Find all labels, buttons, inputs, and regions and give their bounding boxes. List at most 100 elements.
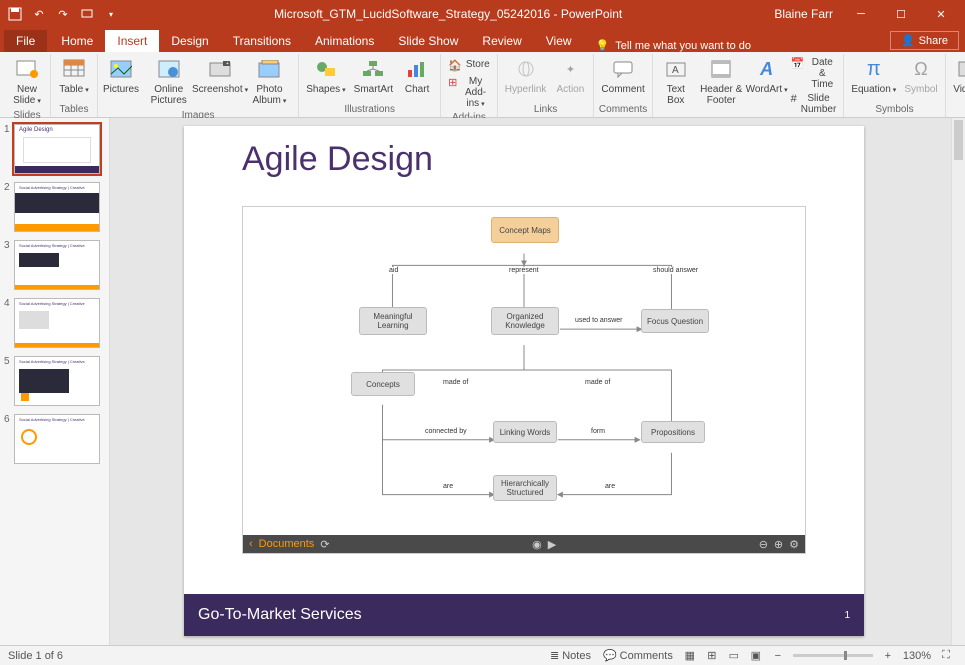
slide-number-button[interactable]: #Slide Number: [787, 92, 841, 116]
tab-design[interactable]: Design: [159, 30, 220, 52]
refresh-icon[interactable]: ⟳: [320, 538, 329, 551]
store-button[interactable]: 🏠Store: [444, 58, 494, 73]
photo-album-button[interactable]: Photo Album: [244, 54, 296, 109]
zoom-out-button[interactable]: −: [767, 650, 789, 662]
close-button[interactable]: ✕: [921, 0, 961, 28]
header-footer-button[interactable]: Header & Footer: [696, 54, 747, 108]
settings-icon[interactable]: ⚙: [789, 538, 799, 551]
user-name[interactable]: Blaine Farr: [774, 7, 833, 21]
text-box-button[interactable]: AText Box: [656, 54, 696, 108]
equation-button[interactable]: πEquation: [847, 54, 900, 98]
shapes-icon: [312, 55, 340, 83]
wordart-button[interactable]: AWordArt: [747, 54, 787, 98]
date-time-button[interactable]: 📅Date & Time: [787, 56, 841, 91]
slideshow-view-button[interactable]: ▣: [745, 649, 767, 662]
chart-label: Chart: [405, 84, 429, 95]
node-hierarchically-structured[interactable]: Hierarchically Structured: [493, 475, 557, 501]
smartart-icon: [359, 55, 387, 83]
maximize-button[interactable]: ☐: [881, 0, 921, 28]
redo-button[interactable]: ↷: [52, 3, 74, 25]
group-illustrations-label: Illustrations: [302, 103, 437, 117]
minimize-button[interactable]: ─: [841, 0, 881, 28]
table-button[interactable]: Table: [54, 54, 94, 98]
symbol-button[interactable]: ΩSymbol: [900, 54, 941, 97]
tab-slideshow[interactable]: Slide Show: [386, 30, 470, 52]
normal-view-button[interactable]: ▦: [679, 649, 701, 662]
hyperlink-button[interactable]: Hyperlink: [501, 54, 551, 97]
new-slide-button[interactable]: New Slide: [7, 54, 47, 109]
symbol-label: Symbol: [904, 84, 937, 95]
edge-connected-by: connected by: [423, 428, 469, 435]
lucid-diagram[interactable]: Concept Maps Meaningful Learning Organiz…: [242, 206, 806, 554]
tab-file[interactable]: File: [4, 30, 47, 52]
lucid-breadcrumb[interactable]: Documents: [259, 538, 315, 550]
notes-button[interactable]: ≣Notes: [544, 649, 597, 662]
addins-icon: ⊞: [448, 76, 457, 89]
slide-thumb-5[interactable]: Social Advertising Strategy | Creative: [14, 356, 100, 406]
screenshot-button[interactable]: +Screenshot: [196, 54, 243, 98]
node-concepts[interactable]: Concepts: [351, 372, 415, 396]
share-button[interactable]: 👤 Share: [890, 31, 959, 50]
node-concept-maps[interactable]: Concept Maps: [491, 217, 559, 243]
my-addins-button[interactable]: ⊞ My Add-ins: [444, 75, 494, 111]
hyperlink-label: Hyperlink: [505, 84, 547, 95]
qat-dropdown[interactable]: ▾: [100, 3, 122, 25]
zoom-slider[interactable]: [793, 654, 873, 657]
slide-editor[interactable]: Agile Design Concept M: [110, 118, 965, 645]
tab-home[interactable]: Home: [49, 30, 105, 52]
node-linking-words[interactable]: Linking Words: [493, 421, 557, 443]
slide-thumb-6[interactable]: Social Advertising Strategy | Creative: [14, 414, 100, 464]
tab-view[interactable]: View: [534, 30, 584, 52]
header-footer-icon: [707, 55, 735, 83]
zoom-in-icon[interactable]: ⊕: [774, 538, 783, 551]
node-organized-knowledge[interactable]: Organized Knowledge: [491, 307, 559, 335]
tell-me-search[interactable]: 💡 Tell me what you want to do: [584, 39, 890, 52]
vertical-scrollbar[interactable]: [951, 118, 965, 645]
smartart-button[interactable]: SmartArt: [350, 54, 397, 97]
chart-icon: [403, 55, 431, 83]
table-icon: [60, 55, 88, 83]
shapes-button[interactable]: Shapes: [302, 54, 349, 98]
slide-thumb-4[interactable]: Social Advertising Strategy | Creative: [14, 298, 100, 348]
edge-represent: represent: [507, 267, 541, 274]
node-focus-question[interactable]: Focus Question: [641, 309, 709, 333]
tab-transitions[interactable]: Transitions: [221, 30, 303, 52]
video-button[interactable]: Video: [949, 54, 965, 98]
slide-counter[interactable]: Slide 1 of 6: [8, 650, 63, 662]
prev-icon[interactable]: ◉: [532, 538, 542, 551]
my-addins-label: My Add-ins: [461, 76, 489, 110]
action-icon: ✦: [556, 55, 584, 83]
chart-button[interactable]: Chart: [397, 54, 437, 97]
online-pictures-button[interactable]: Online Pictures: [141, 54, 196, 108]
zoom-level[interactable]: 130%: [903, 650, 931, 662]
slide-thumb-3[interactable]: Social Advertising Strategy | Creative: [14, 240, 100, 290]
footer-text[interactable]: Go-To-Market Services: [198, 606, 362, 624]
save-button[interactable]: [4, 3, 26, 25]
comment-button[interactable]: Comment: [597, 54, 648, 97]
pictures-button[interactable]: Pictures: [101, 54, 141, 97]
tab-animations[interactable]: Animations: [303, 30, 386, 52]
comments-icon: 💬: [603, 649, 617, 662]
video-icon: [955, 55, 965, 83]
play-icon[interactable]: ▶: [548, 538, 556, 551]
tab-insert[interactable]: Insert: [105, 30, 159, 52]
slide-thumb-1[interactable]: Agile Design: [14, 124, 100, 174]
node-propositions[interactable]: Propositions: [641, 421, 705, 443]
zoom-in-button[interactable]: +: [877, 650, 899, 662]
slide-thumb-2[interactable]: Social Advertising Strategy | Creative: [14, 182, 100, 232]
reading-view-button[interactable]: ▭: [723, 649, 745, 662]
node-meaningful-learning[interactable]: Meaningful Learning: [359, 307, 427, 335]
tab-review[interactable]: Review: [470, 30, 533, 52]
undo-button[interactable]: ↶: [28, 3, 50, 25]
fit-to-window-button[interactable]: ⛶: [935, 649, 957, 662]
zoom-out-icon[interactable]: ⊖: [759, 538, 768, 551]
slide-title[interactable]: Agile Design: [242, 140, 433, 179]
edge-should-answer: should answer: [651, 267, 700, 274]
slide-canvas[interactable]: Agile Design Concept M: [184, 126, 864, 636]
action-button[interactable]: ✦Action: [550, 54, 590, 97]
start-from-beginning-button[interactable]: [76, 3, 98, 25]
comments-button[interactable]: 💬Comments: [597, 649, 679, 662]
slide-sorter-button[interactable]: ⊞: [701, 649, 723, 662]
scrollbar-thumb[interactable]: [954, 120, 963, 160]
back-icon[interactable]: ‹: [249, 538, 253, 550]
